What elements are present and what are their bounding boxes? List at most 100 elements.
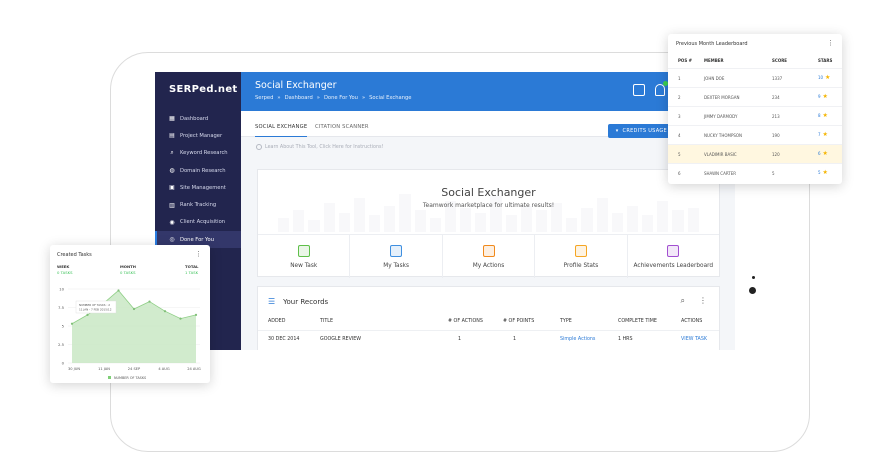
data-point[interactable] — [132, 307, 136, 311]
tooltip-line: NUMBER OF TASKS : 2 — [79, 303, 110, 307]
chart-tooltip: NUMBER OF TASKS : 211 JAN - 7 FEB 2015/1… — [75, 300, 117, 314]
decor-bar — [414, 210, 426, 232]
sidebar-item-label: Dashboard — [180, 115, 209, 122]
data-point[interactable] — [163, 310, 167, 313]
view-task-link[interactable]: VIEW TASK — [681, 337, 707, 342]
decor-bar — [611, 212, 623, 232]
tab-citation-scanner[interactable]: CITATION SCANNER — [315, 124, 369, 130]
chart-icon: ▥ — [169, 201, 175, 209]
table-row: 30 DEC 2014 GOOGLE REVIEW 1 1 Simple Actions… — [258, 337, 719, 349]
hero-subtitle: Teamwork marketplace for ultimate result… — [422, 202, 555, 209]
more-icon[interactable]: ⋮ — [699, 296, 707, 306]
app-screen: SERPed.net ▦ Dashboard ▤ Project Manager ⌕ Ke… — [155, 72, 735, 350]
stars-cell: 6 ★ — [818, 150, 828, 157]
column-header: STARS — [818, 58, 833, 63]
column-header[interactable]: # OF ACTIONS — [448, 319, 483, 324]
data-point[interactable] — [148, 300, 151, 303]
column-header[interactable]: TYPE — [560, 319, 572, 324]
tab-bar: SOCIAL EXCHANGE CITATION SCANNER ▾ CREDI… — [241, 111, 735, 138]
type-link[interactable]: Simple Actions — [560, 337, 595, 342]
y-tick-label: 10 — [59, 287, 64, 292]
data-point[interactable] — [117, 289, 120, 292]
table-cell: DEXTER MORGAN — [704, 95, 740, 100]
search-icon[interactable]: ⌕ — [681, 296, 685, 306]
column-header[interactable]: TITLE — [320, 319, 333, 324]
info-icon — [256, 144, 262, 150]
action-label: Profile Stats — [563, 262, 599, 269]
decor-bar — [429, 217, 441, 232]
data-point[interactable] — [194, 313, 198, 316]
sidebar-item-client-acquisition[interactable]: ◉ Client Acquisition — [155, 214, 241, 231]
column-header[interactable]: ACTIONS — [681, 319, 702, 324]
table-row[interactable]: 1 JOHN DOE 1337 10 ★ — [668, 68, 842, 87]
y-tick-label: 7.5 — [58, 305, 65, 310]
table-row[interactable]: 6 SHAWN CARTER 5 5 ★ — [668, 163, 842, 182]
bell-icon[interactable] — [655, 81, 668, 96]
stat-label: TOTAL — [185, 264, 199, 269]
action-my-actions[interactable]: My Actions — [443, 235, 536, 278]
credits-usage-button[interactable]: ▾ CREDITS USAGE — [607, 124, 675, 138]
decor-bar — [293, 210, 305, 232]
check-circle-icon: ◎ — [169, 236, 175, 244]
stat-value: 0 TASKS — [120, 270, 136, 275]
decor-bar — [520, 205, 532, 232]
task-stats: WEEK 0 TASKS MONTH 0 TASKS TOTAL 1 TASK — [57, 264, 203, 278]
column-header[interactable]: ADDED — [268, 319, 285, 324]
stars-cell: 5 ★ — [818, 169, 828, 176]
action-profile-stats[interactable]: Profile Stats — [535, 235, 628, 278]
data-point[interactable] — [179, 317, 182, 320]
table-cell: VLADIMIR BASIC — [704, 152, 737, 157]
data-point[interactable] — [86, 313, 89, 316]
column-header[interactable]: COMPLETE TIME — [618, 319, 657, 324]
table-cell: 3 — [678, 114, 681, 119]
sidebar-item-dashboard[interactable]: ▦ Dashboard — [155, 110, 241, 127]
learn-link[interactable]: Learn About This Tool, Click Here for In… — [256, 144, 383, 150]
decor-bar — [505, 215, 517, 232]
grid-icon: ▦ — [169, 115, 175, 123]
star-icon: ★ — [820, 131, 828, 138]
hero-title: Social Exchanger — [441, 186, 536, 199]
breadcrumb-separator: » — [316, 95, 320, 101]
breadcrumb-item[interactable]: Dashboard — [285, 95, 313, 101]
table-row[interactable]: 4 NUCKY THOMPSON 190 7 ★ — [668, 125, 842, 144]
sidebar-item-keyword-research[interactable]: ⌕ Keyword Research — [155, 145, 241, 162]
breadcrumb: Serped» Dashboard» Done For You» Social Exc… — [255, 95, 416, 101]
table-cell: SHAWN CARTER — [704, 171, 737, 176]
more-icon[interactable]: ⋮ — [827, 39, 834, 47]
sitemap-icon: ▣ — [169, 184, 175, 192]
table-cell: 213 — [772, 114, 780, 119]
table-row[interactable]: 3 JIMMY DARMODY 213 8 ★ — [668, 106, 842, 125]
table-cell: GOOGLE REVIEW — [320, 337, 362, 342]
breadcrumb-item[interactable]: Serped — [255, 95, 273, 101]
breadcrumb-item[interactable]: Done For You — [324, 95, 358, 101]
topbar: Social Exchanger Serped» Dashboard» Done F… — [241, 72, 735, 111]
created-tasks-card: Created Tasks ⋮ WEEK 0 TASKS MONTH 0 TASKS T… — [50, 245, 210, 383]
logo[interactable]: SERPed.net — [155, 72, 241, 106]
tab-social-exchange[interactable]: SOCIAL EXCHANGE — [255, 124, 308, 137]
monitor-icon[interactable] — [633, 84, 645, 96]
more-icon[interactable]: ⋮ — [195, 250, 202, 258]
decor-bar — [566, 217, 578, 232]
column-header: SCORE — [772, 58, 788, 63]
table-cell: 30 DEC 2014 — [268, 337, 300, 342]
stat-value: 1 TASK — [185, 270, 199, 275]
learn-text: Learn About This Tool, Click Here for In… — [265, 144, 384, 150]
breadcrumb-item[interactable]: Social Exchange — [369, 95, 411, 101]
action-my-tasks[interactable]: My Tasks — [350, 235, 443, 278]
table-row[interactable]: 2 DEXTER MORGAN 234 9 ★ — [668, 87, 842, 106]
data-point[interactable] — [70, 322, 74, 325]
sidebar-item-domain-research[interactable]: ◍ Domain Research — [155, 162, 241, 179]
decor-bar — [626, 205, 639, 232]
my-tasks-icon — [390, 244, 403, 257]
column-header[interactable]: # OF POINTS — [503, 319, 534, 324]
sidebar-item-project-manager[interactable]: ▤ Project Manager — [155, 127, 241, 144]
sidebar-item-site-management[interactable]: ▣ Site Management — [155, 179, 241, 196]
action-achievements-leaderboard[interactable]: Achievements Leaderboard — [628, 235, 719, 278]
achievements-leaderboard-icon — [667, 244, 680, 257]
star-icon: ★ — [820, 112, 828, 119]
table-row[interactable]: 5 VLADIMIR BASIC 120 6 ★ — [668, 144, 842, 163]
decor-bar — [399, 193, 411, 232]
sidebar-item-label: Done For You — [180, 236, 214, 243]
sidebar-item-rank-tracking[interactable]: ▥ Rank Tracking — [155, 196, 241, 213]
action-new-task[interactable]: New Task — [258, 235, 351, 278]
